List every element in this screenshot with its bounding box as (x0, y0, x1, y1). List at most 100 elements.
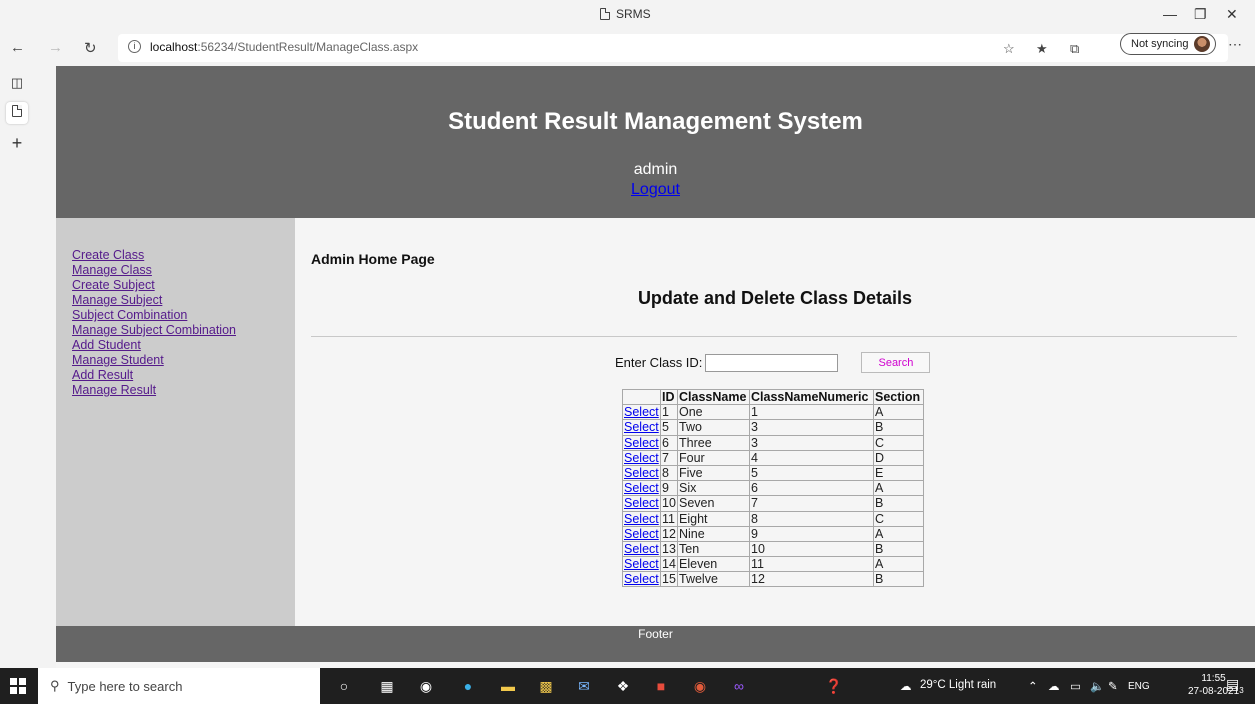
weather-icon[interactable]: ☁ (900, 679, 912, 693)
info-icon[interactable]: i (128, 40, 141, 53)
id-cell: 10 (660, 495, 678, 512)
web-page: Student Result Management System admin L… (56, 66, 1255, 668)
back-icon[interactable]: ← (10, 39, 25, 56)
select-link[interactable]: Select (624, 466, 659, 480)
new-tab-icon[interactable]: + (6, 132, 28, 154)
minimize-icon[interactable]: — (1163, 6, 1177, 22)
select-cell: Select (622, 480, 661, 497)
sidebar-item-manage-student[interactable]: Manage Student (72, 353, 295, 368)
sidebar-item-subject-combination[interactable]: Subject Combination (72, 308, 295, 323)
section-cell: A (873, 556, 924, 573)
favorite-add-icon[interactable]: ☆ (1003, 41, 1015, 57)
search-button[interactable]: Search (861, 352, 931, 373)
cortana-icon[interactable]: ○ (335, 677, 353, 695)
language-indicator[interactable]: ENG (1128, 681, 1150, 692)
visual-studio-icon[interactable]: ∞ (730, 677, 748, 695)
select-link[interactable]: Select (624, 420, 659, 434)
taskbar-search[interactable]: ⚲ Type here to search (38, 668, 320, 704)
chevron-up-icon[interactable]: ⌃ (1028, 679, 1038, 693)
address-bar: ← → ↻ i localhost:56234/StudentResult/Ma… (0, 30, 1255, 66)
id-cell: 14 (660, 556, 678, 573)
class-id-input[interactable] (705, 353, 839, 372)
forward-icon[interactable]: → (48, 39, 63, 56)
pen-icon[interactable]: ✎ (1108, 679, 1118, 693)
sidebar-item-add-result[interactable]: Add Result (72, 368, 295, 383)
sidebar: Create Class Manage Class Create Subject… (56, 218, 295, 626)
obs-icon[interactable]: ◉ (417, 677, 435, 695)
select-link[interactable]: Select (624, 572, 659, 586)
collections-icon[interactable]: ⧉ (1070, 41, 1079, 57)
battery-icon[interactable]: ▭ (1070, 679, 1081, 693)
url-field[interactable]: i localhost:56234/StudentResult/ManageCl… (118, 34, 1228, 62)
table-body: Select 1 One 1 A Select 5 Two 3 B Select 6 Three 3 C Se… (622, 404, 924, 588)
table-row: Select 11 Eight 8 C (622, 510, 924, 527)
column-header-id: ID (660, 388, 678, 406)
id-cell: 1 (660, 404, 678, 421)
select-cell: Select (622, 510, 661, 527)
select-link[interactable]: Select (624, 451, 659, 465)
sidebar-item-manage-subject[interactable]: Manage Subject (72, 293, 295, 308)
select-link[interactable]: Select (624, 557, 659, 571)
select-link[interactable]: Select (624, 512, 659, 526)
site-footer: Footer (56, 626, 1255, 662)
task-view-icon[interactable]: ▦ (378, 677, 396, 695)
id-cell: 13 (660, 540, 678, 558)
url-host: localhost (150, 40, 198, 54)
weather-text[interactable]: 29°C Light rain (920, 679, 996, 691)
tab-title-text: SRMS (616, 7, 651, 21)
section-cell: B (873, 540, 924, 558)
onedrive-icon[interactable]: ☁ (1048, 679, 1060, 693)
id-cell: 12 (660, 525, 678, 542)
maximize-icon[interactable]: ❐ (1194, 6, 1207, 23)
page-icon (600, 8, 610, 20)
search-icon: ⚲ (50, 678, 60, 693)
class-table: ID ClassName ClassNameNumeric Section Se… (622, 388, 924, 588)
help-icon[interactable]: ❓ (825, 677, 843, 695)
mail-icon[interactable]: ✉ (575, 677, 593, 695)
classname-cell: Eleven (677, 556, 750, 573)
sidebar-item-create-subject[interactable]: Create Subject (72, 278, 295, 293)
file-explorer-icon[interactable]: ▬ (499, 677, 517, 695)
logout-link[interactable]: Logout (56, 181, 1255, 199)
windows-start-icon[interactable] (10, 678, 26, 694)
edge-icon[interactable]: ● (459, 677, 477, 695)
username-label: admin (633, 161, 678, 178)
office-icon[interactable]: ■ (652, 677, 670, 695)
chrome-icon[interactable]: ◉ (691, 677, 709, 695)
id-cell: 11 (660, 510, 678, 527)
store-icon[interactable]: ▩ (537, 677, 555, 695)
column-header-select (622, 388, 661, 406)
sidebar-item-manage-class[interactable]: Manage Class (72, 263, 295, 278)
section-cell: B (873, 495, 924, 512)
sidebar-item-manage-result[interactable]: Manage Result (72, 383, 295, 398)
sidebar-item-manage-subject-combination[interactable]: Manage Subject Combination (72, 323, 295, 338)
volume-icon[interactable]: 🔈 (1090, 679, 1104, 693)
favorites-icon[interactable]: ★ (1036, 41, 1048, 57)
page-heading: Admin Home Page (311, 251, 435, 267)
profile-sync-button[interactable]: Not syncing (1120, 33, 1216, 55)
sidebar-item-create-class[interactable]: Create Class (72, 248, 295, 263)
select-link[interactable]: Select (624, 542, 659, 556)
select-link[interactable]: Select (624, 527, 659, 541)
select-link[interactable]: Select (624, 436, 659, 450)
notification-icon[interactable]: ▤3 (1226, 676, 1244, 695)
dropbox-icon[interactable]: ❖ (614, 677, 632, 695)
select-cell: Select (622, 571, 661, 588)
select-link[interactable]: Select (624, 481, 659, 495)
select-link[interactable]: Select (624, 405, 659, 419)
url-text[interactable]: localhost:56234/StudentResult/ManageClas… (150, 40, 418, 54)
table-row: Select 12 Nine 9 A (622, 525, 924, 542)
sync-label: Not syncing (1131, 38, 1189, 50)
id-cell: 15 (660, 571, 678, 588)
classname-cell: Two (677, 419, 750, 436)
classname-cell: Eight (677, 510, 750, 527)
section-title: Update and Delete Class Details (637, 288, 913, 308)
tab-actions-icon[interactable]: ◫ (6, 72, 28, 94)
tab-srms[interactable] (6, 102, 28, 124)
close-icon[interactable]: ✕ (1226, 6, 1238, 23)
select-link[interactable]: Select (624, 496, 659, 510)
refresh-icon[interactable]: ↻ (84, 39, 97, 57)
more-icon[interactable]: ⋯ (1228, 36, 1242, 53)
sidebar-item-add-student[interactable]: Add Student (72, 338, 295, 353)
column-header-section: Section (873, 388, 924, 406)
